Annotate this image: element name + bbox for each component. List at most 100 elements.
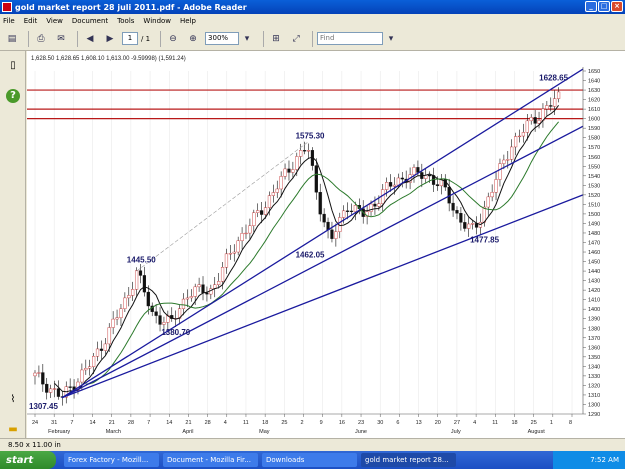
price-tick-label: 1300 xyxy=(588,402,600,408)
candle-body xyxy=(244,232,248,235)
candle-body xyxy=(412,167,416,175)
price-annotation-label: 1445.50 xyxy=(127,256,156,265)
date-tick-label: 28 xyxy=(128,420,134,426)
menu-help[interactable]: Help xyxy=(180,17,196,25)
candle-body xyxy=(428,174,432,177)
candle-body xyxy=(314,165,318,193)
candle-body xyxy=(142,275,147,293)
page-size: 8.50 x 11.00 in xyxy=(8,441,61,449)
candle-body xyxy=(115,317,119,320)
clock: 7:52 AM xyxy=(590,456,619,464)
price-tick-label: 1440 xyxy=(588,269,600,275)
print-icon[interactable]: ⎙ xyxy=(33,31,49,47)
candle-body xyxy=(131,289,135,296)
page-number-input[interactable]: 1 xyxy=(122,32,138,45)
candle-body xyxy=(467,223,471,229)
zoom-out-icon[interactable]: ⊖ xyxy=(165,31,181,47)
candle-body xyxy=(330,229,334,239)
menu-tools[interactable]: Tools xyxy=(117,17,134,25)
candle-body xyxy=(353,205,357,212)
candle-body xyxy=(345,210,350,212)
date-tick-label: 30 xyxy=(377,420,383,426)
candle-body xyxy=(556,91,561,99)
candle-body xyxy=(197,284,201,288)
candle-body xyxy=(95,348,100,357)
fit-width-icon[interactable]: ⤢ xyxy=(288,31,304,47)
email-icon[interactable]: ✉ xyxy=(53,31,69,47)
find-input[interactable]: Find xyxy=(317,32,384,45)
date-tick-label: 14 xyxy=(90,420,96,426)
next-page-icon[interactable]: ▶ xyxy=(102,31,118,47)
price-tick-label: 1350 xyxy=(588,355,600,361)
candle-body xyxy=(416,167,420,173)
date-tick-label: 16 xyxy=(339,420,345,426)
candle-body xyxy=(537,120,541,124)
task-gold-report[interactable]: gold market report 28... xyxy=(361,453,456,467)
candle-body xyxy=(232,251,236,254)
zoom-in-icon[interactable]: ⊕ xyxy=(185,31,201,47)
price-tick-label: 1410 xyxy=(588,298,600,304)
maximize-button[interactable]: □ xyxy=(598,1,610,12)
window-title: gold market report 28 juli 2011.pdf - Ad… xyxy=(15,2,247,12)
candle-body xyxy=(127,295,131,299)
menu-bar: File Edit View Document Tools Window Hel… xyxy=(0,14,625,27)
menu-edit[interactable]: Edit xyxy=(24,17,38,25)
price-tick-label: 1480 xyxy=(588,231,600,237)
candle-body xyxy=(123,297,127,309)
menu-file[interactable]: File xyxy=(3,17,15,25)
attachment-icon[interactable]: ⌇ xyxy=(6,393,20,407)
month-label: April xyxy=(182,429,193,435)
candle-body xyxy=(283,168,287,177)
candle-body xyxy=(451,202,455,211)
previous-page-icon[interactable]: ◀ xyxy=(82,31,98,47)
menu-window[interactable]: Window xyxy=(143,17,171,25)
candle-body xyxy=(287,168,291,173)
candle-body xyxy=(217,281,221,285)
candle-body xyxy=(256,210,260,213)
candle-body xyxy=(154,311,158,316)
minimize-button[interactable]: _ xyxy=(585,1,597,12)
menu-document[interactable]: Document xyxy=(72,17,108,25)
candle-body xyxy=(295,156,299,170)
help-icon[interactable]: ? xyxy=(6,89,20,103)
candle-body xyxy=(396,177,400,186)
start-button[interactable]: start xyxy=(0,451,56,469)
candle-body xyxy=(322,213,326,223)
candle-body xyxy=(279,176,283,190)
fit-page-icon[interactable]: ⊞ xyxy=(268,31,284,47)
menu-view[interactable]: View xyxy=(46,17,63,25)
find-dropdown-icon[interactable]: ▾ xyxy=(383,31,399,47)
candle-body xyxy=(252,212,256,226)
date-tick-label: 4 xyxy=(473,420,476,426)
candle-body xyxy=(549,105,553,107)
comments-icon[interactable]: ▬ xyxy=(6,423,20,437)
date-tick-label: 11 xyxy=(492,420,498,426)
date-tick-label: 25 xyxy=(281,420,287,426)
chevron-down-icon[interactable]: ▾ xyxy=(239,31,255,47)
navigation-panel: ▯ ? ⌇ ▬ xyxy=(0,51,26,438)
candle-body xyxy=(138,270,143,276)
date-tick-label: 20 xyxy=(435,420,441,426)
candle-body xyxy=(236,240,240,253)
candle-body xyxy=(435,184,440,187)
candle-body xyxy=(275,188,279,193)
task-forex-factory[interactable]: Forex Factory - Mozill... xyxy=(64,453,159,467)
candle-body xyxy=(553,98,557,107)
candle-body xyxy=(185,297,189,300)
candle-body xyxy=(521,132,526,137)
candle-body xyxy=(68,386,72,388)
task-document-firefox[interactable]: Document - Mozilla Fir... xyxy=(163,453,258,467)
date-tick-label: 9 xyxy=(320,420,323,426)
create-pdf-icon[interactable]: ▤ xyxy=(4,31,20,47)
candle-body xyxy=(388,182,393,187)
taskbar: start Forex Factory - Mozill... Document… xyxy=(0,451,625,469)
zoom-select[interactable]: 300% xyxy=(205,32,240,45)
pages-icon[interactable]: ▯ xyxy=(6,59,20,73)
candle-body xyxy=(513,136,518,148)
candle-body xyxy=(263,207,268,215)
task-downloads[interactable]: Downloads xyxy=(262,453,357,467)
close-button[interactable]: × xyxy=(611,1,623,12)
document-view: 1,628.50 1,628.65 1,608.10 1,613.00 -9.5… xyxy=(27,51,625,438)
candle-body xyxy=(533,117,537,124)
candle-body xyxy=(41,372,45,385)
